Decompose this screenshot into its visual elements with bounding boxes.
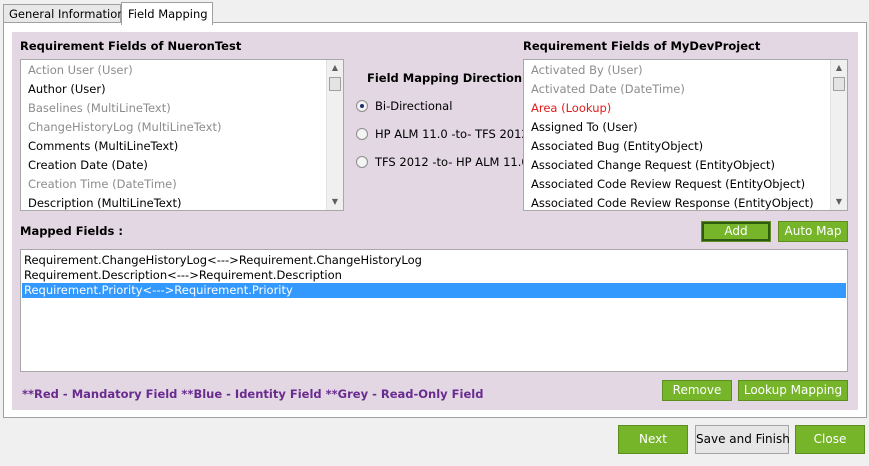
list-item[interactable]: Action User (User) xyxy=(28,61,133,80)
list-item[interactable]: Comments (MultiLineText) xyxy=(28,137,178,156)
scroll-thumb[interactable] xyxy=(833,77,845,91)
save-and-finish-button[interactable]: Save and Finish xyxy=(695,425,790,454)
tab-general-information[interactable]: General Information xyxy=(3,4,125,24)
list-item[interactable]: Creation Time (DateTime) xyxy=(28,175,177,194)
list-item[interactable]: Associated Code Review Response (EntityO… xyxy=(531,194,814,210)
radio-label: TFS 2012 -to- HP ALM 11.0 xyxy=(375,155,529,169)
auto-map-button[interactable]: Auto Map xyxy=(778,221,848,242)
source-fields-listbox[interactable]: Action User (User) Author (User) Baselin… xyxy=(20,59,344,211)
mapped-row[interactable]: Requirement.ChangeHistoryLog<--->Require… xyxy=(22,253,846,268)
radio-label: HP ALM 11.0 -to- TFS 2012 xyxy=(375,127,529,141)
list-item[interactable]: Author (User) xyxy=(28,80,106,99)
list-item[interactable]: Associated Change Request (EntityObject) xyxy=(531,156,775,175)
scroll-up-icon[interactable]: ▲ xyxy=(831,60,847,76)
list-item[interactable]: Assigned To (User) xyxy=(531,118,638,137)
list-item[interactable]: Activated Date (DateTime) xyxy=(531,80,685,99)
list-item[interactable]: Associated Bug (EntityObject) xyxy=(531,137,703,156)
mapped-fields-title: Mapped Fields : xyxy=(20,224,123,238)
list-item[interactable]: Area (Lookup) xyxy=(531,99,611,118)
add-button[interactable]: Add xyxy=(701,221,771,242)
scroll-up-icon[interactable]: ▲ xyxy=(327,60,343,76)
scroll-down-icon[interactable]: ▼ xyxy=(831,194,847,210)
left-list-title: Requirement Fields of NueronTest xyxy=(20,39,242,53)
target-list-scrollbar[interactable]: ▲ ▼ xyxy=(830,60,847,210)
list-item[interactable]: Activated By (User) xyxy=(531,61,643,80)
source-list-scrollbar[interactable]: ▲ ▼ xyxy=(326,60,343,210)
list-item[interactable]: Creation Date (Date) xyxy=(28,156,148,175)
list-item[interactable]: ChangeHistoryLog (MultiLineText) xyxy=(28,118,221,137)
list-item[interactable]: Baselines (MultiLineText) xyxy=(28,99,171,118)
tab-field-mapping[interactable]: Field Mapping xyxy=(121,2,213,25)
scroll-thumb[interactable] xyxy=(329,77,341,91)
right-list-title: Requirement Fields of MyDevProject xyxy=(523,39,761,53)
mapped-row[interactable]: Requirement.Description<--->Requirement.… xyxy=(22,268,846,283)
close-button[interactable]: Close xyxy=(795,425,865,454)
radio-label: Bi-Directional xyxy=(375,99,453,113)
mapped-fields-listbox[interactable]: Requirement.ChangeHistoryLog<--->Require… xyxy=(20,249,848,372)
target-fields-listbox[interactable]: Activated By (User) Activated Date (Date… xyxy=(523,59,848,211)
lookup-mapping-button[interactable]: Lookup Mapping xyxy=(738,380,848,401)
radio-unselected-icon[interactable] xyxy=(356,128,368,140)
mapped-row[interactable]: Requirement.Priority<--->Requirement.Pri… xyxy=(22,283,846,298)
field-color-legend: **Red - Mandatory Field **Blue - Identit… xyxy=(22,387,484,401)
direction-title: Field Mapping Direction xyxy=(367,71,523,85)
radio-unselected-icon[interactable] xyxy=(356,156,368,168)
next-button[interactable]: Next xyxy=(618,425,688,454)
scroll-down-icon[interactable]: ▼ xyxy=(327,194,343,210)
list-item[interactable]: Description (MultiLineText) xyxy=(28,194,181,210)
list-item[interactable]: Associated Code Review Request (EntityOb… xyxy=(531,175,805,194)
remove-button[interactable]: Remove xyxy=(662,380,732,401)
radio-selected-icon[interactable] xyxy=(356,100,368,112)
